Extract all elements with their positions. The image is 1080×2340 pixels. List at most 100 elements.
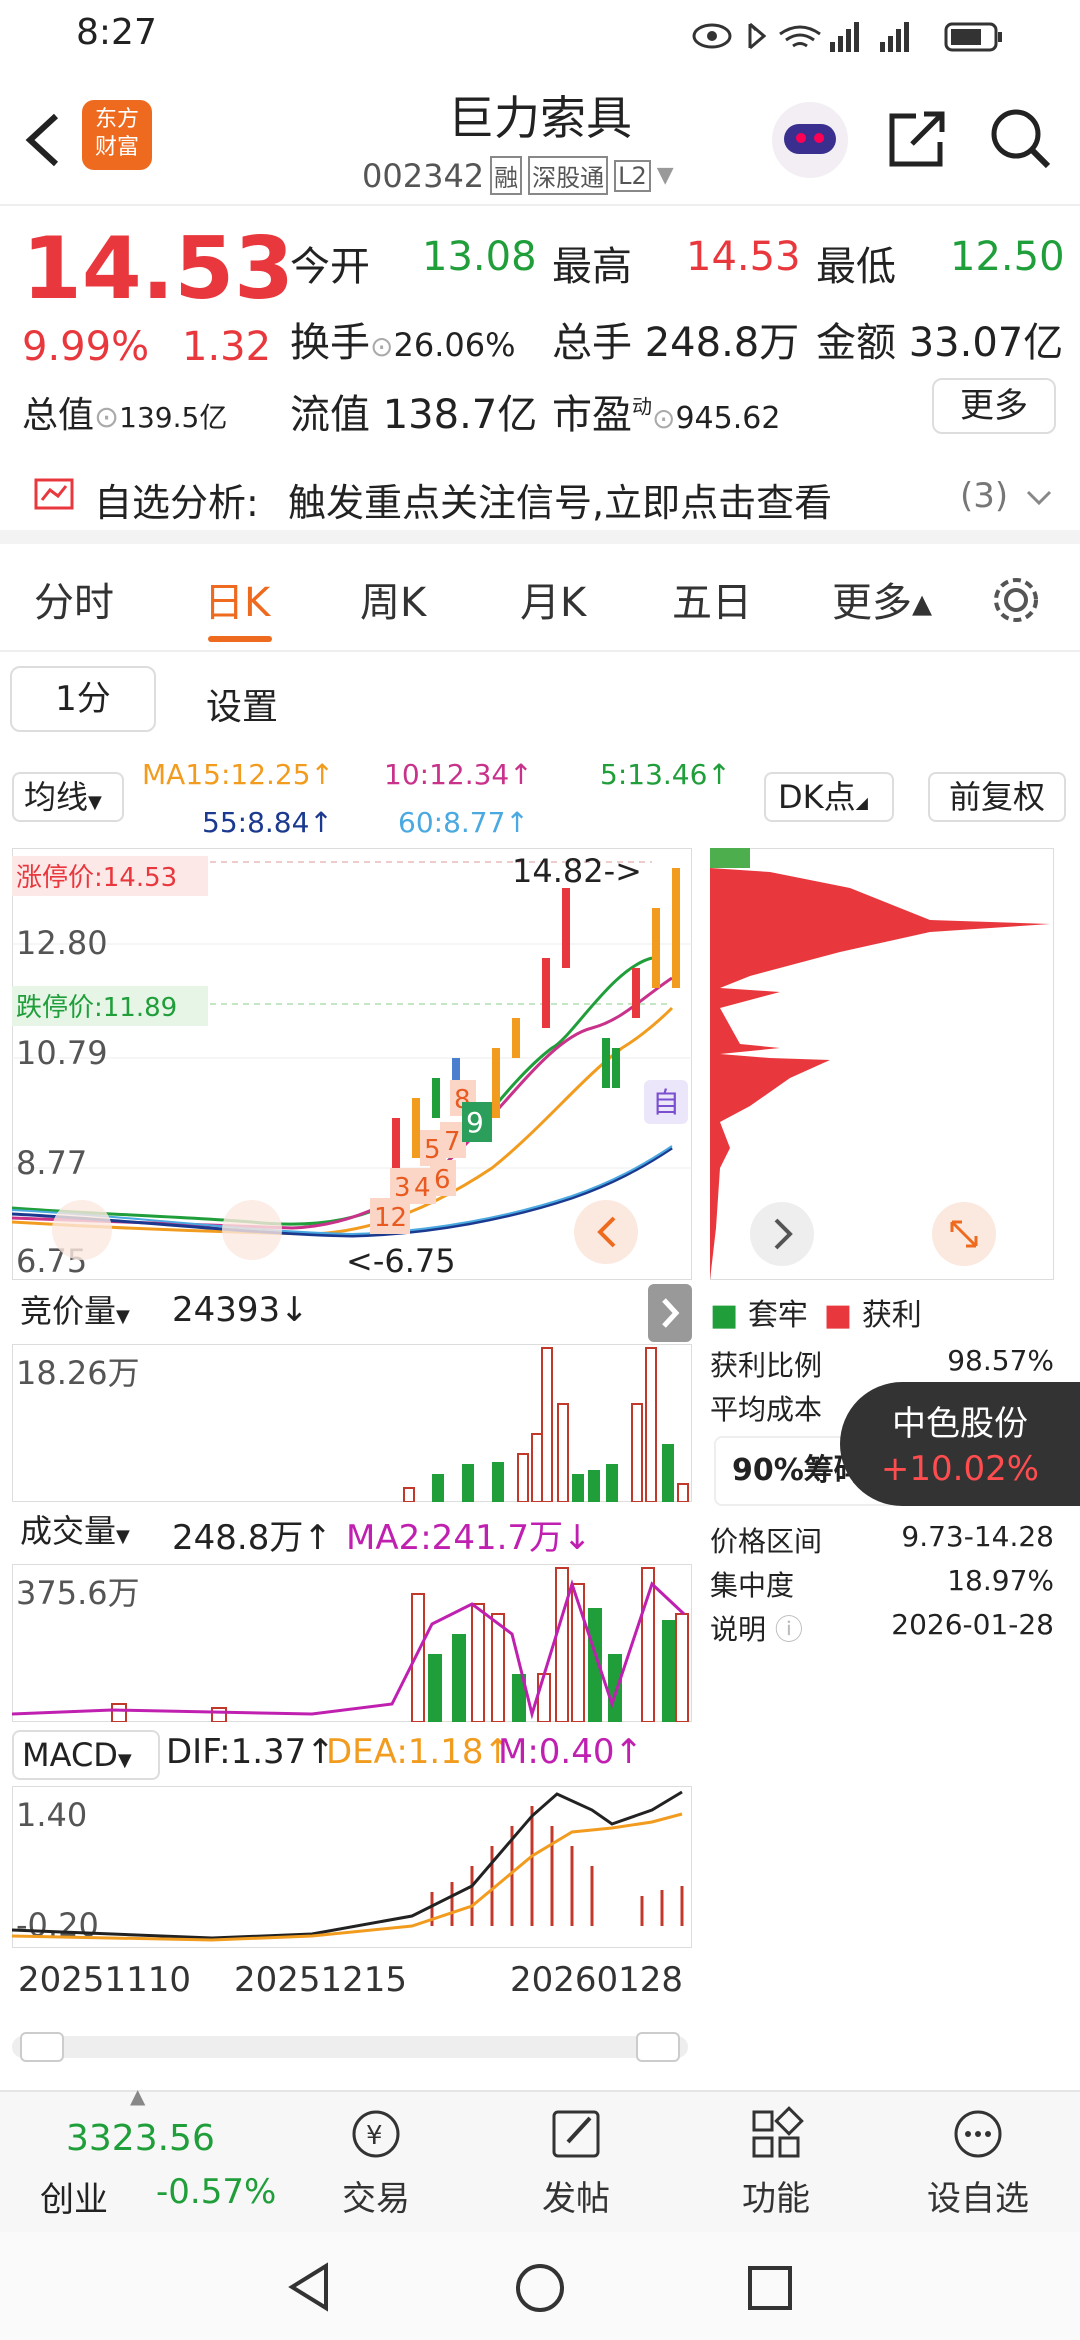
- signal-tag: 4: [414, 1173, 431, 1203]
- chip-legend: ■ 套牢 ■ 获利: [710, 1298, 922, 1333]
- avg-cost-label: 平均成本: [710, 1393, 823, 1426]
- info-icon: ⓘ: [774, 1613, 803, 1646]
- index-value[interactable]: 3323.56: [66, 2118, 215, 2159]
- auction-chart: 18.26万: [12, 1344, 692, 1502]
- amount-stat: 金额 33.07亿: [816, 320, 1064, 366]
- recents-square-icon[interactable]: [746, 2264, 794, 2312]
- volume-selector[interactable]: 成交量▼: [12, 1508, 168, 1558]
- stock-code: 002342: [362, 156, 485, 195]
- price-range-row: 价格区间 9.73-14.28: [710, 1520, 1054, 1558]
- dk-point-button[interactable]: DK点◢: [764, 772, 894, 822]
- auction-y-label: 18.26万: [16, 1354, 140, 1392]
- status-time: 8:27: [76, 12, 157, 53]
- chart-alert-icon: [34, 478, 74, 510]
- signal-tag: 6: [434, 1165, 451, 1195]
- nav-function[interactable]: 功能: [696, 2106, 856, 2220]
- signal-tag: 9: [466, 1106, 484, 1139]
- banner-title: 自选分析:: [94, 481, 259, 525]
- settings-link[interactable]: 设置: [206, 678, 278, 730]
- assistant-avatar[interactable]: [772, 102, 848, 178]
- low-value: 12.50: [950, 234, 1065, 280]
- nav-trade[interactable]: ¥ 交易: [296, 2106, 456, 2220]
- tab-indicator: [208, 636, 272, 642]
- slider-handle-left[interactable]: [20, 2032, 64, 2062]
- high-label: 最高: [552, 244, 632, 290]
- back-triangle-icon[interactable]: [284, 2262, 334, 2312]
- stock-code-row[interactable]: 002342 融 深股通 L2 ▼: [362, 156, 674, 195]
- volume-y-label: 375.6万: [16, 1574, 140, 1612]
- macd-dif: DIF:1.37↑: [166, 1732, 335, 1772]
- self-select-tag[interactable]: 自: [652, 1086, 680, 1119]
- concentration-row: 集中度 18.97%: [710, 1564, 1054, 1602]
- gear-icon[interactable]: [990, 574, 1042, 626]
- volume-stat: 总手 248.8万: [552, 320, 800, 366]
- change-amt: 1.32: [182, 324, 272, 370]
- change-pct: 9.99%: [22, 324, 150, 370]
- tab-weekly[interactable]: 周K: [360, 570, 426, 628]
- limit-down-label: 跌停价:11.89: [16, 993, 177, 1023]
- tab-monthly[interactable]: 月K: [520, 570, 586, 628]
- ma15-value: MA15:12.25↑: [142, 758, 334, 791]
- analysis-banner[interactable]: 自选分析: 触发重点关注信号,立即点击查看 (3): [0, 442, 1080, 544]
- edit-icon: [552, 2110, 600, 2158]
- date-label-2: 20251215: [234, 1960, 408, 2000]
- macd-chart: 1.40 -0.20: [12, 1786, 692, 1948]
- low-label: 最低: [816, 244, 896, 290]
- low-marker: <-6.75: [346, 1242, 456, 1280]
- limit-up-label: 涨停价:14.53: [16, 863, 177, 893]
- high-marker: 14.82->: [512, 852, 642, 890]
- adjust-button[interactable]: 前复权: [928, 772, 1066, 822]
- dropdown-icon: ▼: [656, 163, 674, 188]
- date-label-3: 20260128: [510, 1960, 684, 2000]
- ma55-value: 55:8.84↑: [202, 806, 333, 839]
- open-label: 今开: [290, 244, 370, 290]
- signal-tag: 7: [444, 1127, 461, 1157]
- macd-m: M:0.40↑: [498, 1732, 643, 1772]
- period-tabs: 分时 日K 周K 月K 五日 更多▴: [0, 544, 1080, 652]
- signal-tag: 3: [394, 1173, 411, 1203]
- caret-up-icon: ▲: [130, 2084, 146, 2108]
- ma5-value: 5:13.46↑: [600, 758, 731, 791]
- kline-chart[interactable]: 涨停价:14.53 跌停价:11.89 12.80 10.79 8.77 6.7…: [12, 848, 692, 1280]
- minute-button[interactable]: 1分: [10, 666, 156, 732]
- float-cap: 流值 138.7亿: [290, 392, 538, 438]
- svg-text:¥: ¥: [366, 2121, 383, 2151]
- tag-connect: 深股通: [528, 156, 609, 195]
- stock-title: 巨力索具: [448, 91, 632, 145]
- tab-five-day[interactable]: 五日: [672, 570, 752, 628]
- ma-selector[interactable]: 均线▼: [12, 772, 124, 822]
- nav-post[interactable]: 发帖: [496, 2106, 656, 2220]
- chip-distribution: [710, 848, 1054, 1280]
- tab-more[interactable]: 更多▴: [832, 570, 932, 628]
- range-slider[interactable]: [12, 2032, 688, 2062]
- expand-arrow-icon[interactable]: [648, 1284, 692, 1342]
- share-icon[interactable]: [886, 106, 950, 170]
- stock-header: 东方 财富 巨力索具 002342 融 深股通 L2 ▼: [0, 72, 1080, 206]
- tab-daily[interactable]: 日K: [204, 570, 270, 628]
- slider-handle-right[interactable]: [636, 2032, 680, 2062]
- y-label-2: 10.79: [16, 1034, 108, 1072]
- market-cap: 总值⊙139.5亿: [22, 395, 228, 436]
- macd-selector[interactable]: MACD▼: [12, 1730, 160, 1780]
- open-value: 13.08: [422, 234, 537, 280]
- grid-icon: [752, 2106, 804, 2158]
- home-circle-icon[interactable]: [514, 2262, 566, 2314]
- macd-y-top: 1.40: [16, 1796, 87, 1834]
- high-value: 14.53: [686, 234, 801, 280]
- nav-add-watchlist[interactable]: 设自选: [898, 2106, 1058, 2220]
- more-button[interactable]: 更多: [932, 378, 1056, 434]
- y-label-3: 8.77: [16, 1144, 87, 1182]
- quote-panel: 14.53 9.99% 1.32 总值⊙139.5亿 今开 13.08 最高 1…: [0, 206, 1080, 442]
- index-name: 创业: [40, 2180, 108, 2220]
- auction-selector[interactable]: 竞价量▼: [12, 1288, 162, 1338]
- last-price: 14.53: [22, 219, 295, 319]
- y-label-1: 12.80: [16, 924, 108, 962]
- tab-intraday[interactable]: 分时: [34, 570, 114, 628]
- volume-value: 248.8万↑: [172, 1518, 332, 1558]
- trade-icon: ¥: [352, 2110, 400, 2158]
- status-icons: [692, 22, 1002, 52]
- back-icon[interactable]: [22, 110, 62, 170]
- stock-toast[interactable]: 中色股份 +10.02%: [840, 1382, 1080, 1506]
- tag-margin: 融: [490, 156, 523, 195]
- search-icon[interactable]: [988, 106, 1054, 172]
